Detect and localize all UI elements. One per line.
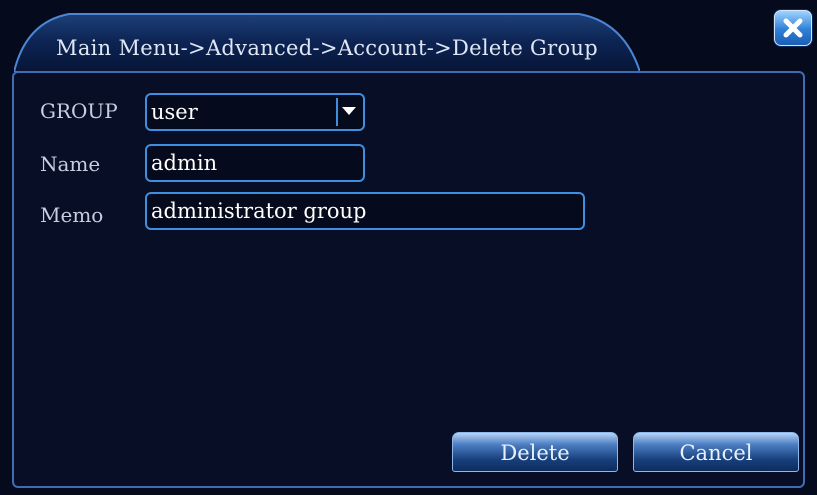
dropdown-toggle[interactable] [336,98,360,126]
memo-label: Memo [40,203,104,227]
window-title: Main Menu->Advanced->Account->Delete Gro… [56,36,598,60]
group-select-value: user [151,100,198,124]
close-icon [783,18,803,38]
dialog-window: Main Menu->Advanced->Account->Delete Gro… [0,0,817,495]
group-label: GROUP [40,99,118,123]
content-panel [12,71,805,488]
delete-button[interactable]: Delete [452,432,618,472]
close-button[interactable] [774,10,812,46]
name-label: Name [40,152,101,176]
dropdown-arrow-icon [342,107,356,115]
cancel-button[interactable]: Cancel [633,432,799,472]
title-tab: Main Menu->Advanced->Account->Delete Gro… [14,12,640,72]
group-select[interactable]: user [145,93,365,131]
memo-field[interactable]: administrator group [145,192,585,230]
name-field[interactable]: admin [145,144,365,182]
